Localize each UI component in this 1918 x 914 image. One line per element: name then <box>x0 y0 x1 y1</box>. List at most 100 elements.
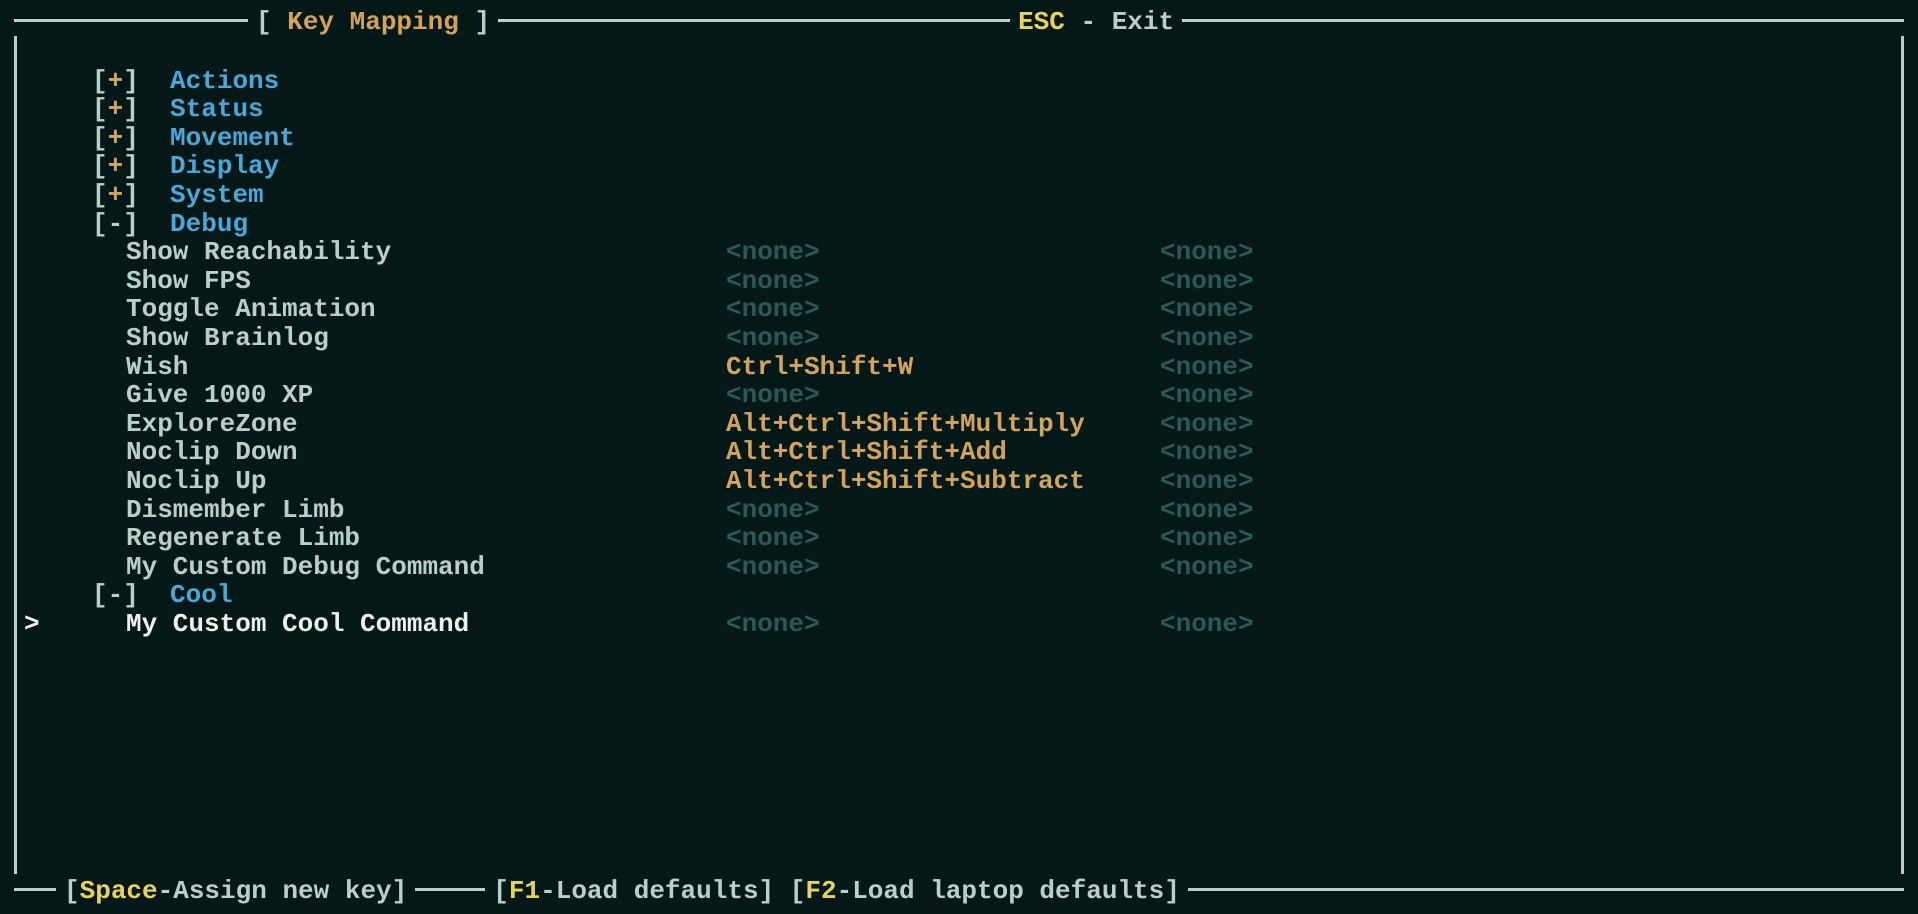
category-row[interactable]: [+] Status <box>58 95 1904 124</box>
binding-label[interactable]: Noclip Up <box>126 467 726 496</box>
secondary-binding[interactable]: <none> <box>1146 496 1346 525</box>
category-row[interactable]: [+] Movement <box>58 124 1904 153</box>
expand-icon[interactable]: + <box>108 124 124 153</box>
category-label[interactable]: Actions <box>170 67 279 96</box>
primary-binding[interactable]: <none> <box>726 295 1146 324</box>
binding-row[interactable]: Give 1000 XP<none><none> <box>58 381 1904 410</box>
esc-dash: - <box>1065 8 1112 37</box>
key-mapping-frame: [ Key Mapping ] ESC - Exit [+] Actions[+… <box>14 8 1904 906</box>
close-bracket-icon: ] <box>123 95 139 124</box>
f2-action-label: -Load laptop defaults <box>837 877 1165 906</box>
open-bracket-icon: [ <box>92 210 108 239</box>
expand-icon[interactable]: + <box>108 95 124 124</box>
binding-label[interactable]: Wish <box>126 353 726 382</box>
secondary-binding[interactable]: <none> <box>1146 553 1346 582</box>
secondary-binding[interactable]: <none> <box>1146 295 1346 324</box>
category-label[interactable]: Cool <box>170 581 232 610</box>
binding-row[interactable]: WishCtrl+Shift+W<none> <box>58 353 1904 382</box>
secondary-binding[interactable]: <none> <box>1146 238 1346 267</box>
space-hotkey[interactable]: Space <box>80 877 158 906</box>
category-label[interactable]: Display <box>170 152 279 181</box>
binding-row[interactable]: Noclip UpAlt+Ctrl+Shift+Subtract<none> <box>58 467 1904 496</box>
window-border-top: [ Key Mapping ] ESC - Exit <box>14 8 1904 37</box>
collapse-icon[interactable]: - <box>108 581 124 610</box>
close-bracket-icon: ] <box>392 877 408 906</box>
secondary-binding[interactable]: <none> <box>1146 267 1346 296</box>
binding-row[interactable]: Show FPS<none><none> <box>58 267 1904 296</box>
esc-key-label[interactable]: ESC <box>1018 8 1065 37</box>
binding-label[interactable]: ExploreZone <box>126 410 726 439</box>
binding-row[interactable]: ExploreZoneAlt+Ctrl+Shift+Multiply<none> <box>58 410 1904 439</box>
primary-binding[interactable]: <none> <box>726 324 1146 353</box>
secondary-binding[interactable]: <none> <box>1146 524 1346 553</box>
f2-hotkey[interactable]: F2 <box>805 877 836 906</box>
primary-binding[interactable]: <none> <box>726 610 1146 639</box>
category-label[interactable]: Status <box>170 95 264 124</box>
primary-binding[interactable]: Alt+Ctrl+Shift+Multiply <box>726 410 1146 439</box>
category-label[interactable]: Movement <box>170 124 295 153</box>
open-bracket-icon: [ <box>256 8 272 37</box>
window-border-left <box>14 36 17 874</box>
secondary-binding[interactable]: <none> <box>1146 324 1346 353</box>
open-bracket-icon: [ <box>790 877 806 906</box>
f1-action-label: -Load defaults <box>540 877 758 906</box>
binding-label[interactable]: Dismember Limb <box>126 496 726 525</box>
cursor-icon: > <box>14 610 48 639</box>
primary-binding[interactable]: <none> <box>726 524 1146 553</box>
expand-icon[interactable]: + <box>108 67 124 96</box>
window-border-bottom: [ Space -Assign new key ] [ F1 -Load def… <box>14 877 1904 906</box>
binding-label[interactable]: Show FPS <box>126 267 726 296</box>
category-row[interactable]: [-] Cool <box>58 581 1904 610</box>
close-bracket-icon: ] <box>1164 877 1180 906</box>
close-bracket-icon: ] <box>123 152 139 181</box>
secondary-binding[interactable]: <none> <box>1146 438 1346 467</box>
binding-row[interactable]: Toggle Animation<none><none> <box>58 295 1904 324</box>
close-bracket-icon: ] <box>474 8 490 37</box>
binding-label[interactable]: Give 1000 XP <box>126 381 726 410</box>
open-bracket-icon: [ <box>64 877 80 906</box>
binding-label[interactable]: Show Brainlog <box>126 324 726 353</box>
binding-row[interactable]: Show Brainlog<none><none> <box>58 324 1904 353</box>
binding-label[interactable]: Noclip Down <box>126 438 726 467</box>
collapse-icon[interactable]: - <box>108 210 124 239</box>
category-row[interactable]: [-] Debug <box>58 210 1904 239</box>
close-bracket-icon: ] <box>123 210 139 239</box>
secondary-binding[interactable]: <none> <box>1146 467 1346 496</box>
f1-hotkey[interactable]: F1 <box>509 877 540 906</box>
expand-icon[interactable]: + <box>108 152 124 181</box>
secondary-binding[interactable]: <none> <box>1146 381 1346 410</box>
primary-binding[interactable]: <none> <box>726 381 1146 410</box>
open-bracket-icon: [ <box>92 152 108 181</box>
secondary-binding[interactable]: <none> <box>1146 610 1346 639</box>
primary-binding[interactable]: <none> <box>726 496 1146 525</box>
binding-row[interactable]: Show Reachability<none><none> <box>58 238 1904 267</box>
binding-row[interactable]: Regenerate Limb<none><none> <box>58 524 1904 553</box>
open-bracket-icon: [ <box>493 877 509 906</box>
binding-label[interactable]: Regenerate Limb <box>126 524 726 553</box>
primary-binding[interactable]: Alt+Ctrl+Shift+Add <box>726 438 1146 467</box>
category-row[interactable]: [+] System <box>58 181 1904 210</box>
primary-binding[interactable]: <none> <box>726 238 1146 267</box>
category-row[interactable]: [+] Display <box>58 152 1904 181</box>
primary-binding[interactable]: Ctrl+Shift+W <box>726 353 1146 382</box>
key-mapping-list[interactable]: [+] Actions[+] Status[+] Movement[+] Dis… <box>14 37 1904 639</box>
binding-row[interactable]: >My Custom Cool Command<none><none> <box>58 610 1904 639</box>
close-bracket-icon: ] <box>759 877 775 906</box>
secondary-binding[interactable]: <none> <box>1146 410 1346 439</box>
binding-row[interactable]: My Custom Debug Command<none><none> <box>58 553 1904 582</box>
category-row[interactable]: [+] Actions <box>58 67 1904 96</box>
binding-label[interactable]: My Custom Cool Command <box>126 610 726 639</box>
category-label[interactable]: System <box>170 181 264 210</box>
binding-label[interactable]: Toggle Animation <box>126 295 726 324</box>
binding-row[interactable]: Dismember Limb<none><none> <box>58 496 1904 525</box>
category-label[interactable]: Debug <box>170 210 248 239</box>
binding-label[interactable]: Show Reachability <box>126 238 726 267</box>
primary-binding[interactable]: Alt+Ctrl+Shift+Subtract <box>726 467 1146 496</box>
primary-binding[interactable]: <none> <box>726 267 1146 296</box>
binding-label[interactable]: My Custom Debug Command <box>126 553 726 582</box>
close-bracket-icon: ] <box>123 181 139 210</box>
secondary-binding[interactable]: <none> <box>1146 353 1346 382</box>
binding-row[interactable]: Noclip DownAlt+Ctrl+Shift+Add<none> <box>58 438 1904 467</box>
primary-binding[interactable]: <none> <box>726 553 1146 582</box>
expand-icon[interactable]: + <box>108 181 124 210</box>
